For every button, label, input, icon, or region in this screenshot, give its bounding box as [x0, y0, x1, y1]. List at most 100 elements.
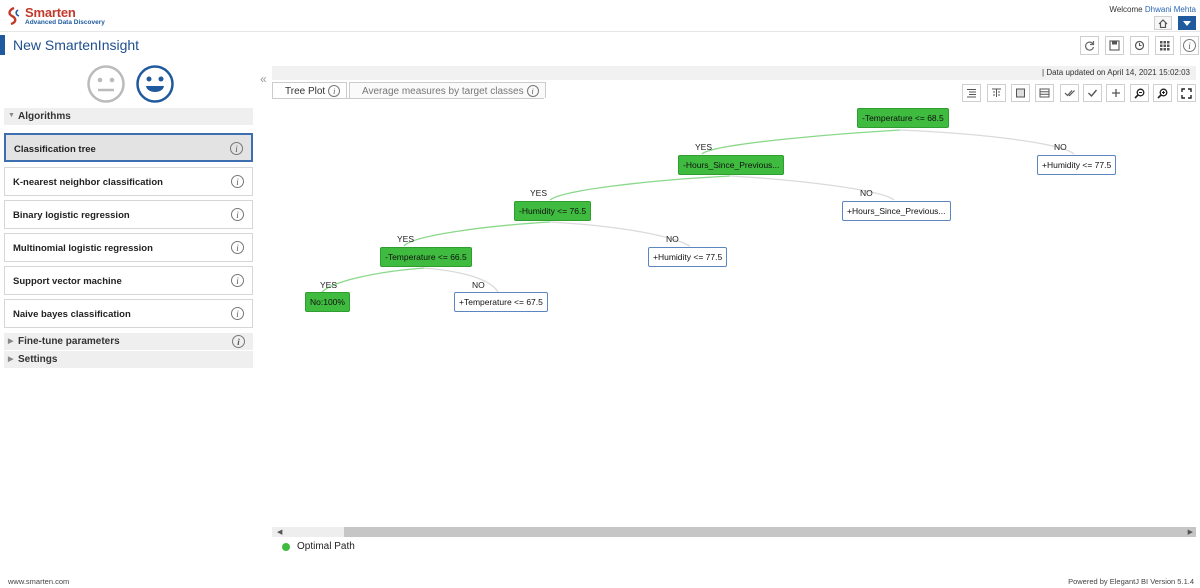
- caret-down-icon: [1183, 20, 1191, 26]
- tree-node[interactable]: -Temperature <= 68.5: [857, 108, 949, 128]
- block-view-button[interactable]: [1011, 84, 1030, 102]
- tree-node[interactable]: -Humidity <= 76.5: [514, 201, 592, 221]
- tree-node[interactable]: +Humidity <= 77.5: [1037, 155, 1117, 175]
- branch-label-no: NO: [860, 188, 873, 198]
- info-icon[interactable]: i: [232, 335, 245, 348]
- welcome-text: Welcome Dhwani Mehta: [1109, 5, 1196, 14]
- happy-face-icon[interactable]: [135, 64, 175, 104]
- plus-icon: [1111, 89, 1120, 97]
- tree-node[interactable]: +Humidity <= 77.5: [648, 247, 728, 267]
- check-all-button[interactable]: [1060, 84, 1079, 102]
- double-check-icon: [1064, 90, 1075, 97]
- zoom-in-button[interactable]: [1153, 84, 1172, 102]
- algorithm-label: Multinomial logistic regression: [13, 243, 153, 254]
- expand-triangle-icon: ▶: [8, 338, 14, 345]
- expand-triangle-icon: ▶: [8, 356, 14, 363]
- algorithm-label: Naive bayes classification: [13, 309, 131, 320]
- tree-leaf-node[interactable]: No:100%: [305, 292, 350, 312]
- top-bar: Smarten Advanced Data Discovery Welcome …: [0, 0, 1200, 32]
- home-icon: [1158, 18, 1168, 28]
- footer-website[interactable]: www.smarten.com: [8, 577, 69, 586]
- branch-label-no: NO: [472, 280, 485, 290]
- tab-underline: [272, 98, 544, 99]
- check-icon: [1088, 89, 1098, 98]
- horizontal-scrollbar[interactable]: ◀ ▶: [272, 527, 1196, 537]
- scroll-left-icon[interactable]: ◀: [277, 528, 282, 536]
- tab-average-measures[interactable]: Average measures by target classes i: [349, 82, 546, 98]
- tab-label: Average measures by target classes: [362, 85, 524, 97]
- branch-label-no: NO: [1054, 142, 1067, 152]
- list-icon: [967, 89, 976, 98]
- history-button[interactable]: [1130, 36, 1149, 55]
- algorithm-label: Binary logistic regression: [13, 210, 130, 221]
- edge-6-8: [321, 267, 425, 293]
- algorithm-item-svm[interactable]: Support vector machine i: [4, 266, 253, 295]
- edge-6-9: [423, 267, 499, 293]
- info-icon[interactable]: i: [231, 208, 244, 221]
- algorithm-item-binary-logistic[interactable]: Binary logistic regression i: [4, 200, 253, 229]
- tree-plot: -Temperature <= 68.5 YES NO -Hours_Since…: [272, 104, 1196, 524]
- data-updated-text: | Data updated on April 14, 2021 15:02:0…: [272, 66, 1196, 80]
- grid-icon: [1160, 41, 1170, 51]
- tree-node[interactable]: -Temperature <= 66.5: [380, 247, 472, 267]
- algorithms-label: Algorithms: [18, 111, 71, 122]
- info-icon: i: [1183, 39, 1196, 52]
- info-icon[interactable]: i: [328, 85, 341, 97]
- info-button[interactable]: i: [1180, 36, 1199, 55]
- smarten-logo[interactable]: Smarten Advanced Data Discovery: [6, 5, 116, 27]
- algorithm-item-naive-bayes[interactable]: Naive bayes classification i: [4, 299, 253, 328]
- zoom-in-icon: [1157, 88, 1168, 99]
- tree-node[interactable]: +Hours_Since_Previous...: [842, 201, 951, 221]
- branch-label-yes: YES: [320, 280, 338, 290]
- info-icon[interactable]: i: [526, 85, 539, 97]
- scrollbar-thumb[interactable]: [344, 527, 1196, 537]
- hierarchy-icon: [992, 88, 1001, 97]
- user-name-link[interactable]: Dhwani Mehta: [1145, 5, 1196, 14]
- logo-mark-icon: [8, 7, 20, 25]
- check-button[interactable]: [1083, 84, 1102, 102]
- branch-label-yes: YES: [397, 234, 415, 244]
- table-view-button[interactable]: [1035, 84, 1054, 102]
- info-icon[interactable]: i: [231, 175, 244, 188]
- algorithm-label: K-nearest neighbor classification: [13, 177, 163, 188]
- scroll-right-icon[interactable]: ▶: [1188, 528, 1193, 536]
- fine-tune-section-header[interactable]: ▶ Fine-tune parameters i: [4, 333, 253, 350]
- edge-2-4: [549, 175, 731, 201]
- edge-4-6: [403, 221, 551, 247]
- info-icon[interactable]: i: [230, 142, 243, 155]
- save-button[interactable]: [1105, 36, 1124, 55]
- logo-subtitle: Advanced Data Discovery: [25, 19, 105, 26]
- fullscreen-button[interactable]: [1177, 84, 1196, 102]
- algorithm-item-classification-tree[interactable]: Classification tree i: [4, 133, 253, 162]
- user-menu-button[interactable]: [1178, 16, 1196, 30]
- info-icon[interactable]: i: [231, 241, 244, 254]
- title-bar: New SmartenInsight i: [0, 33, 1200, 57]
- zoom-out-button[interactable]: [1130, 84, 1149, 102]
- zoom-out-icon: [1134, 88, 1145, 99]
- hierarchy-button[interactable]: [987, 84, 1006, 102]
- refresh-button[interactable]: [1080, 36, 1099, 55]
- edge-1-2: [701, 129, 901, 155]
- algorithm-item-multinomial-logistic[interactable]: Multinomial logistic regression i: [4, 233, 253, 262]
- tree-node[interactable]: -Hours_Since_Previous...: [678, 155, 785, 175]
- settings-section-header[interactable]: ▶ Settings: [4, 351, 253, 368]
- table-icon: [1039, 88, 1050, 98]
- settings-label: Settings: [18, 354, 58, 365]
- neutral-face-icon[interactable]: [86, 64, 126, 104]
- algorithms-section-header[interactable]: ▼ Algorithms: [4, 108, 253, 125]
- info-icon[interactable]: i: [231, 307, 244, 320]
- list-view-button[interactable]: [962, 84, 981, 102]
- expand-button[interactable]: [1106, 84, 1125, 102]
- grid-button[interactable]: [1155, 36, 1174, 55]
- page-title: New SmartenInsight: [13, 37, 140, 53]
- algorithm-item-knn[interactable]: K-nearest neighbor classification i: [4, 167, 253, 196]
- collapse-panel-icon[interactable]: «: [260, 72, 267, 86]
- tab-tree-plot[interactable]: Tree Plot i: [272, 82, 348, 98]
- info-icon[interactable]: i: [231, 274, 244, 287]
- tree-node[interactable]: +Temperature <= 67.5: [454, 292, 548, 312]
- tab-label: Tree Plot: [285, 85, 326, 97]
- fullscreen-icon: [1181, 87, 1192, 99]
- home-button[interactable]: [1154, 16, 1172, 30]
- branch-label-yes: YES: [695, 142, 713, 152]
- footer-version: Powered by ElegantJ BI Version 5.1.4: [1068, 577, 1194, 586]
